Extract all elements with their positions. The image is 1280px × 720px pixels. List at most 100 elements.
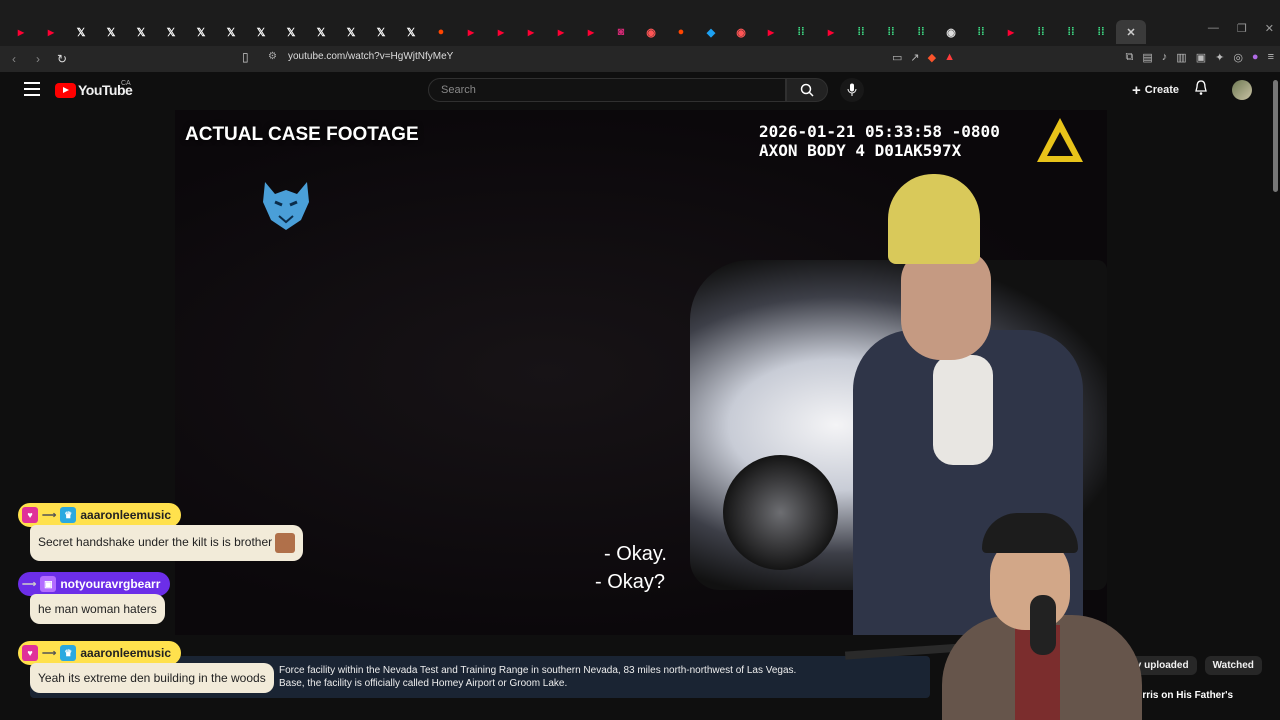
browser-tab-grid-icon[interactable]: ⁞⁞ (906, 20, 936, 44)
emote-icon (275, 533, 296, 553)
search-button[interactable] (786, 78, 828, 102)
browser-tab-grid-icon[interactable]: ⁞⁞ (966, 20, 996, 44)
video-subtitles: - Okay. - Okay? (595, 540, 667, 596)
browser-tab-x-icon[interactable]: 𝕏 (66, 20, 96, 44)
browser-tab-x-icon[interactable]: 𝕏 (336, 20, 366, 44)
forward-icon[interactable]: › (28, 52, 48, 66)
puzzle-icon[interactable]: ✦ (1215, 51, 1224, 64)
browser-tab-yt-icon[interactable]: ▶ (576, 20, 606, 44)
browser-tab-bird-icon[interactable]: ◆ (696, 20, 726, 44)
person-hat (888, 174, 980, 264)
browser-tab-x-icon[interactable]: 𝕏 (156, 20, 186, 44)
filter-watched[interactable]: Watched (1204, 656, 1262, 675)
browser-tab-yt-icon[interactable]: ▶ (816, 20, 846, 44)
browser-tab-grid-icon[interactable]: ⁞⁞ (876, 20, 906, 44)
browser-tab-yt-icon[interactable]: ▶ (546, 20, 576, 44)
microphone-icon (847, 83, 857, 96)
person-face (901, 250, 991, 360)
sidebar-icon[interactable]: ▤ (1142, 51, 1152, 64)
menu-icon[interactable]: ≡ (1268, 51, 1274, 64)
chat-username: aaaronleemusic (80, 646, 172, 660)
browser-tab-yt-icon[interactable]: ▶ (516, 20, 546, 44)
sword-icon: ⟶ (22, 578, 37, 590)
browser-tab-yt-icon[interactable]: ▶ (756, 20, 786, 44)
chat-text: he man woman haters (30, 594, 165, 624)
browser-tab-yt-icon[interactable]: ▶ (456, 20, 486, 44)
bookmark-icon[interactable]: ▯ (242, 50, 249, 64)
share-icon[interactable]: ↗ (910, 51, 919, 64)
chat-username: notyouravrgbearr (60, 577, 161, 591)
sword-icon: ⟶ (42, 509, 57, 521)
browser-tab-close-icon[interactable]: ✕ (1116, 20, 1146, 44)
panel-icon[interactable]: ▥ (1176, 51, 1186, 64)
browser-tab-yt-icon[interactable]: ▶ (36, 20, 66, 44)
browser-tab-ig-icon[interactable]: ◙ (606, 20, 636, 44)
brave-rewards-icon[interactable]: ▲ (944, 51, 955, 64)
browser-tab-circle-icon[interactable]: ◉ (636, 20, 666, 44)
streamer-webcam (930, 505, 1190, 720)
chat-message: ♥ ⟶ ♛ aaaronleemusic Secret handshake un… (18, 503, 304, 561)
browser-tab-x-icon[interactable]: 𝕏 (126, 20, 156, 44)
bodycam-timestamp: 2026-01-21 05:33:58 -0800 (759, 122, 1000, 141)
country-code: CA (121, 80, 131, 87)
site-info-icon[interactable]: ⚙ (268, 51, 277, 62)
description-line-1: Force facility within the Nevada Test an… (279, 665, 797, 676)
minimize-icon[interactable]: — (1208, 22, 1219, 35)
cast-icon[interactable]: ▭ (892, 51, 902, 64)
browser-tab-x-icon[interactable]: 𝕏 (186, 20, 216, 44)
browser-tab-yt-icon[interactable]: ▶ (996, 20, 1026, 44)
wallet-icon[interactable]: ▣ (1196, 51, 1206, 64)
restore-icon[interactable]: ❐ (1237, 22, 1247, 35)
sword-icon: ⟶ (42, 647, 57, 659)
browser-tab-yt-icon[interactable]: ▶ (6, 20, 36, 44)
crown-icon: ♛ (60, 507, 77, 523)
brave-shield-icon[interactable]: ◆ (928, 51, 936, 64)
youtube-logo[interactable]: YouTube CA (55, 80, 133, 98)
window-controls: — ❐ ✕ (1208, 22, 1274, 35)
chat-text: Yeah its extreme den building in the woo… (30, 663, 274, 693)
plus-icon: + (1132, 81, 1141, 99)
browser-tab-circle-icon[interactable]: ◉ (936, 20, 966, 44)
extensions-icon[interactable]: ⧉ (1126, 51, 1134, 64)
reload-icon[interactable]: ↻ (52, 52, 72, 66)
url-field[interactable]: youtube.com/watch?v=HgWjtNfyMeY (288, 51, 453, 62)
description-line-2: Base, the facility is officially called … (279, 678, 568, 689)
browser-tab-x-icon[interactable]: 𝕏 (96, 20, 126, 44)
browser-tab-reddit-icon[interactable]: ● (666, 20, 696, 44)
studio-microphone (1030, 595, 1056, 655)
profile-icon[interactable]: ● (1252, 51, 1259, 64)
search-input[interactable]: Search (428, 78, 786, 102)
browser-tab-reddit-icon[interactable]: ● (426, 20, 456, 44)
browser-tab-bar: ▶ ▶ 𝕏 𝕏 𝕏 𝕏 𝕏 𝕏 𝕏 𝕏 𝕏 𝕏 𝕏 𝕏 ● ▶ ▶ ▶ ▶ ▶ ◙ ◉ ● ◆ ◉ ▶ ⁞⁞ ▶ ⁞⁞ ⁞⁞ ⁞⁞ ◉ ⁞⁞ ▶ ⁞… (0, 0, 1280, 46)
crown-icon: ♛ (60, 645, 77, 661)
chat-message: ♥ ⟶ ♛ aaaronleemusic Yeah its extreme de… (18, 641, 274, 693)
guide-menu-icon[interactable] (24, 82, 40, 96)
browser-tab-circle-icon[interactable]: ◉ (726, 20, 756, 44)
browser-tab-yt-icon[interactable]: ▶ (486, 20, 516, 44)
vpn-icon[interactable]: ◎ (1233, 51, 1243, 64)
close-window-icon[interactable]: ✕ (1265, 22, 1274, 35)
browser-tab-x-icon[interactable]: 𝕏 (276, 20, 306, 44)
browser-tab-x-icon[interactable]: 𝕏 (366, 20, 396, 44)
account-avatar[interactable] (1232, 80, 1252, 100)
browser-tab-grid-icon[interactable]: ⁞⁞ (1056, 20, 1086, 44)
chat-message: ⟶ ▣ notyouravrgbearr he man woman haters (18, 572, 171, 624)
browser-tab-grid-icon[interactable]: ⁞⁞ (786, 20, 816, 44)
browser-tab-x-icon[interactable]: 𝕏 (246, 20, 276, 44)
bodycam-device: AXON BODY 4 D01AK597X (759, 141, 962, 160)
wolf-logo-icon (263, 182, 309, 230)
music-icon[interactable]: ♪ (1162, 51, 1168, 64)
voice-search-button[interactable] (840, 78, 864, 102)
notifications-bell-icon[interactable] (1194, 80, 1208, 96)
browser-tab-grid-icon[interactable]: ⁞⁞ (1086, 20, 1116, 44)
browser-tab-x-icon[interactable]: 𝕏 (216, 20, 246, 44)
browser-tab-grid-icon[interactable]: ⁞⁞ (846, 20, 876, 44)
create-button[interactable]: + Create (1124, 78, 1187, 102)
browser-tab-grid-icon[interactable]: ⁞⁞ (1026, 20, 1056, 44)
chat-message-text: he man woman haters (38, 602, 157, 616)
browser-tab-x-icon[interactable]: 𝕏 (396, 20, 426, 44)
page-scrollbar[interactable] (1273, 80, 1278, 192)
browser-tab-x-icon[interactable]: 𝕏 (306, 20, 336, 44)
chat-text: Secret handshake under the kilt is is br… (30, 525, 304, 561)
back-icon[interactable]: ‹ (4, 52, 24, 66)
